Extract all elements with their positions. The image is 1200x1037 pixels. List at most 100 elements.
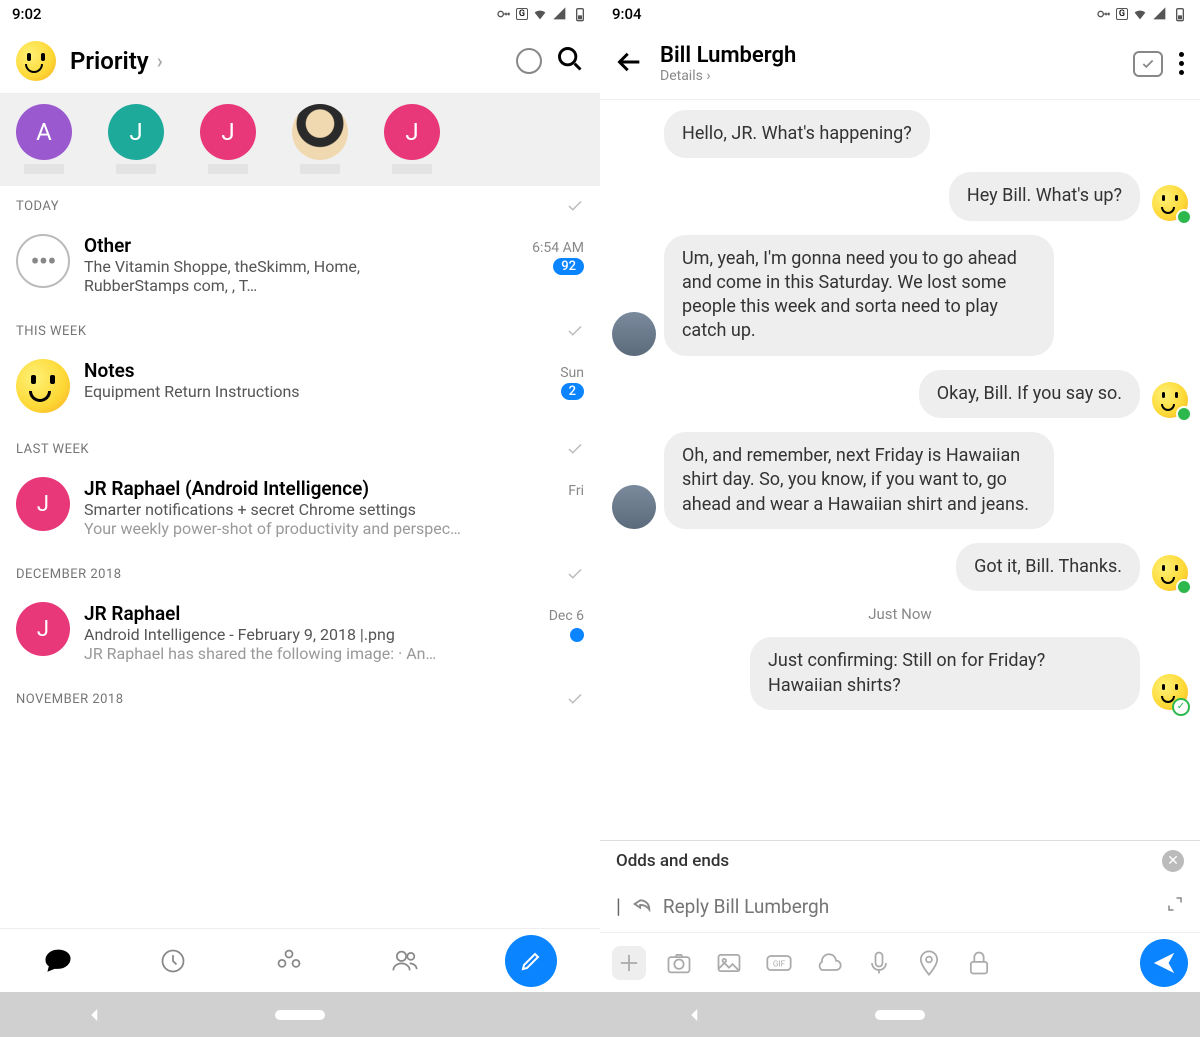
status-time: 9:02 (12, 5, 42, 23)
message-row[interactable]: Okay, Bill. If you say so. (612, 370, 1188, 418)
item-preview2: RubberStamps com, , T… (84, 276, 584, 295)
nav-people-icon[interactable] (274, 946, 304, 976)
chat-title-block[interactable]: Bill Lumbergh Details › (660, 43, 1117, 84)
tool-mic-icon[interactable] (862, 946, 896, 980)
tool-gif-icon[interactable]: GIF (762, 946, 796, 980)
message-bubble: Oh, and remember, next Friday is Hawaiia… (664, 432, 1054, 529)
avatar-other-icon: ••• (16, 234, 70, 288)
unread-badge: 92 (553, 258, 584, 275)
android-home[interactable] (275, 1010, 325, 1020)
reply-arrow-icon (631, 893, 653, 919)
avatar[interactable]: J (200, 104, 256, 160)
item-title: JR Raphael (Android Intelligence) (84, 477, 369, 500)
check-icon (566, 690, 584, 708)
avatar-item[interactable] (292, 104, 348, 174)
check-icon (566, 440, 584, 458)
message-bubble: Okay, Bill. If you say so. (919, 370, 1140, 418)
more-menu-icon[interactable] (1179, 52, 1184, 75)
tool-row: GIF (600, 932, 1200, 992)
android-back[interactable] (686, 1006, 704, 1024)
avatar-item[interactable]: J (200, 104, 256, 174)
item-time: Sun (560, 365, 584, 381)
tool-lock-icon[interactable] (962, 946, 996, 980)
back-button[interactable] (616, 48, 644, 80)
contact-name: Bill Lumbergh (660, 43, 1117, 68)
wifi-icon (532, 6, 548, 22)
avatar[interactable] (292, 104, 348, 160)
battery-icon (1172, 6, 1188, 22)
section-label: NOVEMBER 2018 (16, 692, 124, 707)
reply-input[interactable] (663, 895, 1156, 918)
done-icon[interactable] (1133, 51, 1163, 77)
list-item[interactable]: NotesSun Equipment Return Instructions2 (0, 351, 600, 429)
signal-icon (552, 6, 568, 22)
status-bar: 9:04 G (600, 0, 1200, 28)
status-bar: 9:02 G (0, 0, 600, 28)
status-icons: G (1096, 6, 1188, 22)
list-item[interactable]: ••• Other6:54 AM The Vitamin Shoppe, the… (0, 226, 600, 311)
message-row[interactable]: Hello, JR. What's happening? (612, 110, 1188, 158)
message-row[interactable]: Um, yeah, I'm gonna need you to go ahead… (612, 235, 1188, 356)
chat-body[interactable]: Hello, JR. What's happening? Hey Bill. Wh… (600, 100, 1200, 840)
circle-outline-icon[interactable] (516, 48, 542, 74)
message-row[interactable]: Hey Bill. What's up? (612, 172, 1188, 220)
item-preview: Equipment Return Instructions (84, 382, 300, 401)
tool-camera-icon[interactable] (662, 946, 696, 980)
header-title[interactable]: Priority › (70, 47, 502, 75)
avatar[interactable]: A (16, 104, 72, 160)
right-phone: 9:04 G Bill Lumbergh Details › Hello, JR… (600, 0, 1200, 1037)
status-icons: G (496, 6, 588, 22)
unread-dot (570, 628, 584, 642)
item-preview: Smarter notifications + secret Chrome se… (84, 500, 416, 519)
reply-row: | (600, 880, 1200, 932)
app-smiley-icon[interactable] (16, 41, 56, 81)
section-label: TODAY (16, 199, 59, 214)
android-back[interactable] (86, 1006, 104, 1024)
message-bubble: Got it, Bill. Thanks. (956, 543, 1140, 591)
read-indicator (1176, 209, 1192, 225)
send-button[interactable] (1140, 939, 1188, 987)
compose-button[interactable] (505, 935, 557, 987)
message-row[interactable]: Oh, and remember, next Friday is Hawaiia… (612, 432, 1188, 529)
details-link[interactable]: Details › (660, 68, 1117, 84)
key-icon (1096, 6, 1112, 22)
battery-icon (572, 6, 588, 22)
read-indicator (1176, 579, 1192, 595)
message-bubble: Um, yeah, I'm gonna need you to go ahead… (664, 235, 1054, 356)
bottom-nav (0, 928, 600, 992)
android-home[interactable] (875, 1010, 925, 1020)
wifi-icon (1132, 6, 1148, 22)
expand-icon[interactable] (1166, 895, 1184, 917)
tool-gallery-icon[interactable] (712, 946, 746, 980)
pending-indicator (1172, 698, 1190, 716)
timestamp: Just Now (612, 605, 1188, 623)
avatar[interactable]: J (384, 104, 440, 160)
avatar[interactable]: J (108, 104, 164, 160)
suggestion-close[interactable]: ✕ (1162, 850, 1184, 872)
check-icon (566, 197, 584, 215)
unread-badge: 2 (561, 383, 584, 400)
search-icon[interactable] (556, 45, 584, 77)
avatar-item[interactable]: A (16, 104, 72, 174)
message-row[interactable]: Just confirming: Still on for Friday? Ha… (612, 637, 1188, 710)
section-header: NOVEMBER 2018 (0, 679, 600, 719)
nav-chat-icon[interactable] (43, 946, 73, 976)
item-time: Dec 6 (549, 608, 584, 624)
avatar-item[interactable]: J (108, 104, 164, 174)
tool-plus-icon[interactable] (612, 946, 646, 980)
nav-contacts-icon[interactable] (390, 946, 420, 976)
list-item[interactable]: J JR Raphael (Android Intelligence)Fri S… (0, 469, 600, 554)
avatars-row[interactable]: AJJJ (0, 94, 600, 186)
avatar-item[interactable]: J (384, 104, 440, 174)
nav-clock-icon[interactable] (158, 946, 188, 976)
read-indicator (1176, 406, 1192, 422)
tool-location-icon[interactable] (912, 946, 946, 980)
suggestion-row[interactable]: Odds and ends ✕ (600, 840, 1200, 880)
message-list: TODAY ••• Other6:54 AM The Vitamin Shoppe… (0, 186, 600, 928)
svg-text:GIF: GIF (773, 958, 786, 968)
section-label: LAST WEEK (16, 442, 89, 457)
message-row[interactable]: Got it, Bill. Thanks. (612, 543, 1188, 591)
section-header: THIS WEEK (0, 311, 600, 351)
tool-cloud-icon[interactable] (812, 946, 846, 980)
list-item[interactable]: J JR RaphaelDec 6 Android Intelligence -… (0, 594, 600, 679)
